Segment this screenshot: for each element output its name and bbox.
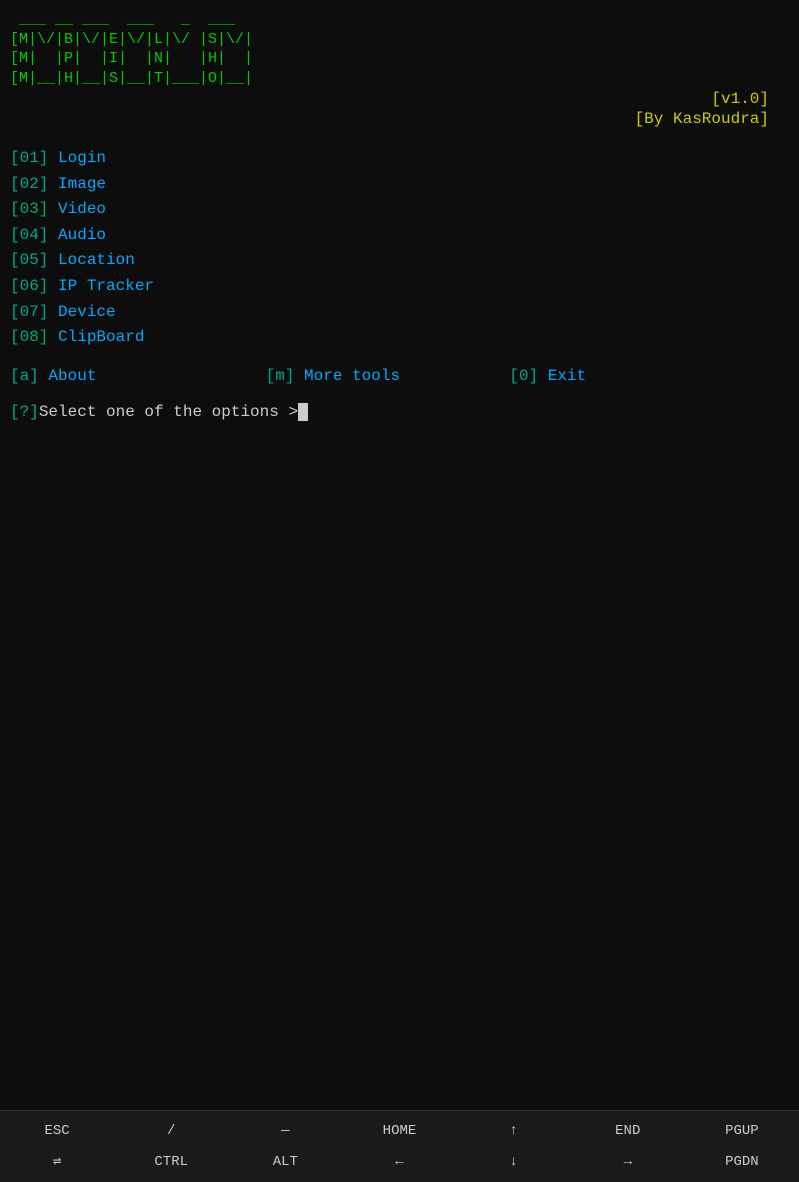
key-alt[interactable]: ALT: [245, 1150, 325, 1174]
prompt-line[interactable]: [?] Select one of the options >: [10, 403, 789, 421]
version-line: [v1.0]: [10, 90, 789, 108]
footer-exit-label[interactable]: Exit: [538, 367, 586, 385]
menu-item-04[interactable]: [04] Audio: [10, 223, 789, 249]
key-slash[interactable]: /: [131, 1119, 211, 1143]
key-ctrl[interactable]: CTRL: [131, 1150, 211, 1174]
key-pgdn[interactable]: PGDN: [702, 1150, 782, 1174]
menu-item-02[interactable]: [02] Image: [10, 172, 789, 198]
author-line: [By KasRoudra]: [10, 110, 789, 128]
menu-item-03[interactable]: [03] Video: [10, 197, 789, 223]
menu-section: [01] Login [02] Image [03] Video [04] Au…: [10, 146, 789, 351]
key-dash[interactable]: —: [245, 1119, 325, 1143]
key-settings-icon[interactable]: ⇌: [17, 1149, 97, 1174]
menu-item-07[interactable]: [07] Device: [10, 300, 789, 326]
key-pgup[interactable]: PGUP: [702, 1119, 782, 1143]
menu-item-05[interactable]: [05] Location: [10, 248, 789, 274]
key-home[interactable]: HOME: [359, 1119, 439, 1143]
menu-item-06[interactable]: [06] IP Tracker: [10, 274, 789, 300]
footer-about-label[interactable]: About: [39, 367, 97, 385]
footer-exit-key: [0]: [509, 367, 538, 385]
key-left[interactable]: ←: [359, 1150, 439, 1174]
key-end[interactable]: END: [588, 1119, 668, 1143]
ascii-logo-final: ___ __ ___ ___ _ ___ [M|\/|B|\/|E|\/|L|\…: [10, 10, 789, 88]
terminal-window: ___ __ ___ ___ _ ___ [M|\/|B|\/|E|\/|L|\…: [0, 0, 799, 1110]
menu-item-08[interactable]: [08] ClipBoard: [10, 325, 789, 351]
keyboard-row-2: ⇌ CTRL ALT ← ↓ → PGDN: [0, 1149, 799, 1174]
key-up[interactable]: ↑: [474, 1119, 554, 1143]
keyboard-bar: ESC / — HOME ↑ END PGUP ⇌ CTRL ALT ← ↓ →…: [0, 1110, 799, 1182]
prompt-text: Select one of the options >: [39, 403, 298, 421]
footer-more-label[interactable]: More tools: [294, 367, 400, 385]
key-esc[interactable]: ESC: [17, 1119, 97, 1143]
menu-footer: [a] About [m] More tools [0] Exit: [10, 367, 789, 385]
key-down[interactable]: ↓: [474, 1150, 554, 1174]
cursor: [298, 403, 308, 421]
keyboard-row-1: ESC / — HOME ↑ END PGUP: [0, 1119, 799, 1143]
footer-more-key: [m]: [266, 367, 295, 385]
menu-item-01[interactable]: [01] Login: [10, 146, 789, 172]
prompt-bracket: [?]: [10, 403, 39, 421]
key-right[interactable]: →: [588, 1150, 668, 1174]
footer-about-key: [a]: [10, 367, 39, 385]
